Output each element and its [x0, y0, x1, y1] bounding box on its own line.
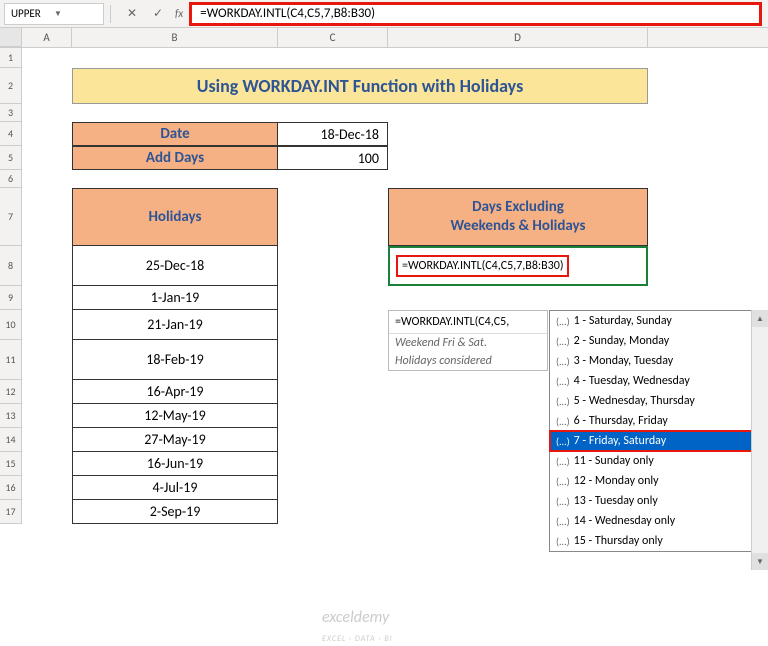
adddays-value[interactable]: 100: [278, 146, 388, 170]
holiday-cell[interactable]: 27-May-19: [72, 428, 278, 452]
option-icon: (...): [556, 415, 570, 428]
scroll-down-icon[interactable]: ▼: [752, 553, 768, 570]
row-header[interactable]: 15: [0, 452, 22, 476]
row-header[interactable]: 10: [0, 310, 22, 340]
holidays-header: Holidays: [72, 188, 278, 246]
adddays-label: Add Days: [72, 146, 278, 170]
active-formula-text: =WORKDAY.INTL(C4,C5,7,B8:B30): [396, 255, 569, 277]
formula-bar-row: UPPER ▼ ✕ ✓ fx =WORKDAY.INTL(C4,C5,7,B8:…: [0, 0, 768, 28]
row-header[interactable]: 2: [0, 68, 22, 104]
dropdown-item[interactable]: (...)15 - Thursday only: [550, 531, 760, 551]
row-header[interactable]: 16: [0, 476, 22, 500]
holiday-cell[interactable]: 25-Dec-18: [72, 246, 278, 286]
fx-icon[interactable]: fx: [175, 7, 183, 20]
row-headers: 1 2 3 4 5 6 7 8 9 10 11 12 13 14 15 16 1…: [0, 48, 22, 524]
holiday-cell[interactable]: 16-Jun-19: [72, 452, 278, 476]
formula-text: =WORKDAY.INTL(C4,C5,7,B8:B30): [200, 6, 375, 21]
holiday-cell[interactable]: 12-May-19: [72, 404, 278, 428]
fx-buttons: ✕ ✓ fx: [123, 5, 187, 23]
option-icon: (...): [556, 355, 570, 368]
row-header[interactable]: 5: [0, 146, 22, 170]
dropdown-item-selected[interactable]: (...)7 - Friday, Saturday: [550, 431, 760, 451]
page-title: Using WORKDAY.INT Function with Holidays: [72, 68, 648, 104]
hint-formula: =WORKDAY.INTL(C4,C5,: [389, 311, 547, 334]
date-label: Date: [72, 122, 278, 146]
watermark: exceldemy EXCEL · DATA · BI: [322, 608, 393, 646]
option-icon: (...): [556, 335, 570, 348]
name-box-value: UPPER: [11, 7, 54, 20]
row-header[interactable]: 1: [0, 48, 22, 68]
option-icon: (...): [556, 475, 570, 488]
sheet-area[interactable]: Using WORKDAY.INT Function with Holidays…: [22, 48, 768, 524]
active-cell-d8[interactable]: =WORKDAY.INTL(C4,C5,7,B8:B30): [388, 246, 648, 286]
row-header[interactable]: 4: [0, 122, 22, 146]
option-icon: (...): [556, 375, 570, 388]
option-icon: (...): [556, 435, 570, 448]
option-icon: (...): [556, 455, 570, 468]
row-header[interactable]: 9: [0, 286, 22, 310]
enter-icon[interactable]: ✓: [149, 5, 167, 23]
dropdown-item[interactable]: (...)2 - Sunday, Monday: [550, 331, 760, 351]
dropdown-item[interactable]: (...)6 - Thursday, Friday: [550, 411, 760, 431]
row-header[interactable]: 13: [0, 404, 22, 428]
days-excluding-header: Days Excluding Weekends & Holidays: [388, 188, 648, 246]
col-header-c[interactable]: C: [278, 28, 388, 47]
date-value[interactable]: 18-Dec-18: [278, 122, 388, 146]
row-header[interactable]: 17: [0, 500, 22, 524]
input-table: Date 18-Dec-18 Add Days 100: [72, 122, 388, 170]
dropdown-item[interactable]: (...)4 - Tuesday, Wednesday: [550, 371, 760, 391]
holiday-cell[interactable]: 4-Jul-19: [72, 476, 278, 500]
option-icon: (...): [556, 495, 570, 508]
option-icon: (...): [556, 515, 570, 528]
row-header[interactable]: 11: [0, 340, 22, 380]
row-header[interactable]: 3: [0, 104, 22, 122]
option-icon: (...): [556, 535, 570, 548]
col-header-d[interactable]: D: [388, 28, 648, 47]
row-header[interactable]: 12: [0, 380, 22, 404]
chevron-down-icon[interactable]: ▼: [54, 9, 97, 19]
dropdown-item[interactable]: (...)3 - Monday, Tuesday: [550, 351, 760, 371]
formula-bar[interactable]: =WORKDAY.INTL(C4,C5,7,B8:B30): [189, 2, 762, 26]
row-header[interactable]: 14: [0, 428, 22, 452]
cancel-icon[interactable]: ✕: [123, 5, 141, 23]
hint-note1: Weekend Fri & Sat.: [389, 334, 547, 352]
select-all-corner[interactable]: [0, 28, 22, 47]
scroll-up-icon[interactable]: ▲: [752, 310, 768, 327]
holiday-cell[interactable]: 21-Jan-19: [72, 310, 278, 340]
row-header[interactable]: 6: [0, 170, 22, 188]
holiday-cell[interactable]: 2-Sep-19: [72, 500, 278, 524]
holiday-cell[interactable]: 16-Apr-19: [72, 380, 278, 404]
option-icon: (...): [556, 395, 570, 408]
dropdown-item[interactable]: (...)12 - Monday only: [550, 471, 760, 491]
formula-hint-box: =WORKDAY.INTL(C4,C5, Weekend Fri & Sat. …: [388, 310, 548, 371]
row-header[interactable]: 7: [0, 188, 22, 246]
column-headers: A B C D: [0, 28, 768, 48]
dropdown-scrollbar[interactable]: ▲ ▼: [751, 310, 768, 570]
name-box[interactable]: UPPER ▼: [4, 3, 104, 25]
holiday-cell[interactable]: 18-Feb-19: [72, 340, 278, 380]
option-icon: (...): [556, 315, 570, 328]
dropdown-item[interactable]: (...)11 - Sunday only: [550, 451, 760, 471]
dropdown-item[interactable]: (...)5 - Wednesday, Thursday: [550, 391, 760, 411]
row-header[interactable]: 8: [0, 246, 22, 286]
col-header-a[interactable]: A: [22, 28, 72, 47]
holidays-table: Holidays 25-Dec-18 1-Jan-19 21-Jan-19 18…: [72, 188, 278, 524]
separator: [110, 5, 111, 23]
dropdown-item[interactable]: (...)1 - Saturday, Sunday: [550, 311, 760, 331]
holiday-cell[interactable]: 1-Jan-19: [72, 286, 278, 310]
weekend-dropdown[interactable]: (...)1 - Saturday, Sunday (...)2 - Sunda…: [549, 310, 761, 552]
dropdown-item[interactable]: (...)13 - Tuesday only: [550, 491, 760, 511]
grid: 1 2 3 4 5 6 7 8 9 10 11 12 13 14 15 16 1…: [0, 48, 768, 524]
dropdown-item[interactable]: (...)14 - Wednesday only: [550, 511, 760, 531]
hint-note2: Holidays considered: [389, 352, 547, 370]
col-header-b[interactable]: B: [72, 28, 278, 47]
